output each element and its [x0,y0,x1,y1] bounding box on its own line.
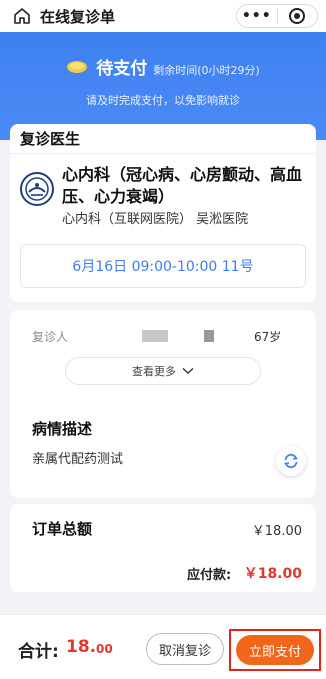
department-hospital: 心内科（互联网医院） 吴淞医院 [62,212,249,227]
view-more-button[interactable]: 查看更多 [65,357,261,385]
patient-age: 67岁 [254,330,282,344]
condition-text: 亲属代配药测试 [32,452,124,467]
masked-name [142,330,168,342]
miniprogram-capsule: ••• [236,4,318,28]
more-menu-icon[interactable]: ••• [237,9,277,23]
doctor-card: 复诊医生 心内科（冠心病、心房颤动、高血压、心力衰竭） 心内科（互联网医院） 吴… [10,124,316,302]
patient-card: 复诊人 67岁 查看更多 病情描述 亲属代配药测试 [10,310,316,498]
chevron-down-icon [182,367,194,374]
refresh-button[interactable] [276,446,306,476]
appointment-time: 6月16日 09:00-10:00 11号 [20,244,306,288]
patient-row: 复诊人 67岁 [32,326,292,346]
remaining-time: 剩余时间(0小时29分) [153,64,260,77]
pay-button-highlight: 立即支付 [229,629,321,671]
order-total-amount: ￥18.00 [251,524,302,539]
doctor-section-heading: 复诊医生 [10,124,316,154]
view-more-label: 查看更多 [132,365,176,378]
cancel-visit-button[interactable]: 取消复诊 [146,633,224,665]
department-title: 心内科（冠心病、心房颤动、高血压、心力衰竭） [62,165,303,206]
pay-now-button[interactable]: 立即支付 [236,635,314,665]
condition-title: 病情描述 [32,420,93,438]
hospital-logo-icon [20,172,54,206]
payable-label: 应付款: [187,568,232,583]
masked-gender [204,330,214,342]
payment-hint: 请及时完成支付，以免影响就诊 [86,94,240,107]
payable-amount: ￥18.00 [243,566,302,582]
payment-status: 待支付 [96,59,148,79]
order-card: 订单总额 ￥18.00 应付款: ￥18.00 [10,504,316,592]
total-value: 18. [66,637,97,657]
page-title: 在线复诊单 [40,7,116,26]
bottom-action-bar: 合计: 18. 00 取消复诊 立即支付 [0,614,326,679]
status-row: 待支付 剩余时间(0小时29分) [0,54,326,79]
target-icon[interactable] [277,7,317,25]
patient-label: 复诊人 [32,330,69,344]
order-total-title: 订单总额 [32,520,93,538]
total-label: 合计: [18,642,59,662]
total-cents: 00 [96,642,113,656]
home-icon[interactable] [12,6,32,26]
top-nav-bar: 在线复诊单 ••• [0,0,326,32]
coin-icon [67,60,88,73]
refresh-icon [283,453,299,469]
